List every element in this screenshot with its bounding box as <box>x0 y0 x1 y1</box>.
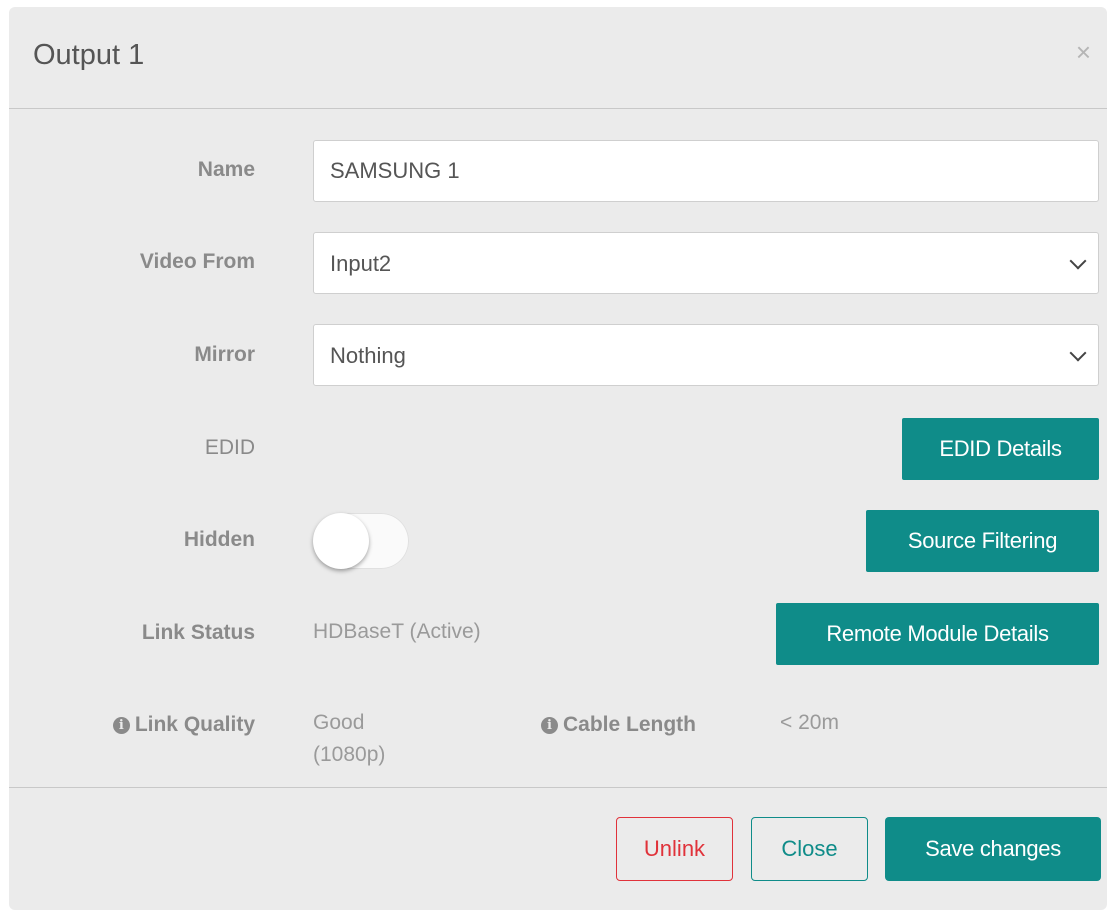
cable-length-value: < 20m <box>780 711 839 734</box>
dialog-footer: Unlink Close Save changes <box>9 787 1107 910</box>
mirror-value: Nothing <box>330 343 406 368</box>
output-dialog: Output 1 × Name Video From Input2 Mirror… <box>9 7 1107 910</box>
mirror-select[interactable]: Nothing <box>313 324 1099 386</box>
save-changes-button[interactable]: Save changes <box>885 817 1101 881</box>
name-label: Name <box>197 158 255 181</box>
link-quality-value-line2: (1080p) <box>313 743 386 766</box>
link-quality-value-line1: Good <box>313 711 365 734</box>
link-quality-label-text: Link Quality <box>134 713 255 736</box>
source-filtering-button[interactable]: Source Filtering <box>866 510 1099 572</box>
dialog-body: Name Video From Input2 Mirror Nothing ED… <box>9 109 1107 787</box>
cable-length-label-text: Cable Length <box>563 713 697 736</box>
chevron-down-icon <box>1069 344 1087 362</box>
dialog-header: Output 1 × <box>9 7 1107 109</box>
link-quality-value: Good (1080p) <box>313 707 385 771</box>
link-status-label: Link Status <box>141 621 255 644</box>
mirror-label: Mirror <box>194 343 255 366</box>
video-from-label: Video From <box>139 250 255 273</box>
link-status-value: HDBaseT (Active) <box>313 620 481 643</box>
edid-details-button[interactable]: EDID Details <box>902 418 1099 480</box>
info-circle-icon: i <box>112 717 130 734</box>
link-quality-label: i Link Quality <box>112 713 255 737</box>
hidden-toggle[interactable] <box>313 513 409 569</box>
dialog-title: Output 1 <box>33 39 145 71</box>
hidden-label: Hidden <box>183 528 255 551</box>
cable-length-label: i Cable Length <box>541 713 696 737</box>
chevron-down-icon <box>1069 252 1087 270</box>
video-from-select[interactable]: Input2 <box>313 232 1099 294</box>
toggle-knob <box>313 513 369 569</box>
info-circle-icon: i <box>541 717 558 734</box>
edid-label: EDID <box>204 436 255 459</box>
close-button[interactable]: Close <box>751 817 868 881</box>
name-input[interactable] <box>313 140 1099 202</box>
close-icon[interactable]: × <box>1076 39 1091 65</box>
unlink-button[interactable]: Unlink <box>616 817 733 881</box>
remote-module-details-button[interactable]: Remote Module Details <box>776 603 1099 665</box>
video-from-value: Input2 <box>330 251 392 276</box>
